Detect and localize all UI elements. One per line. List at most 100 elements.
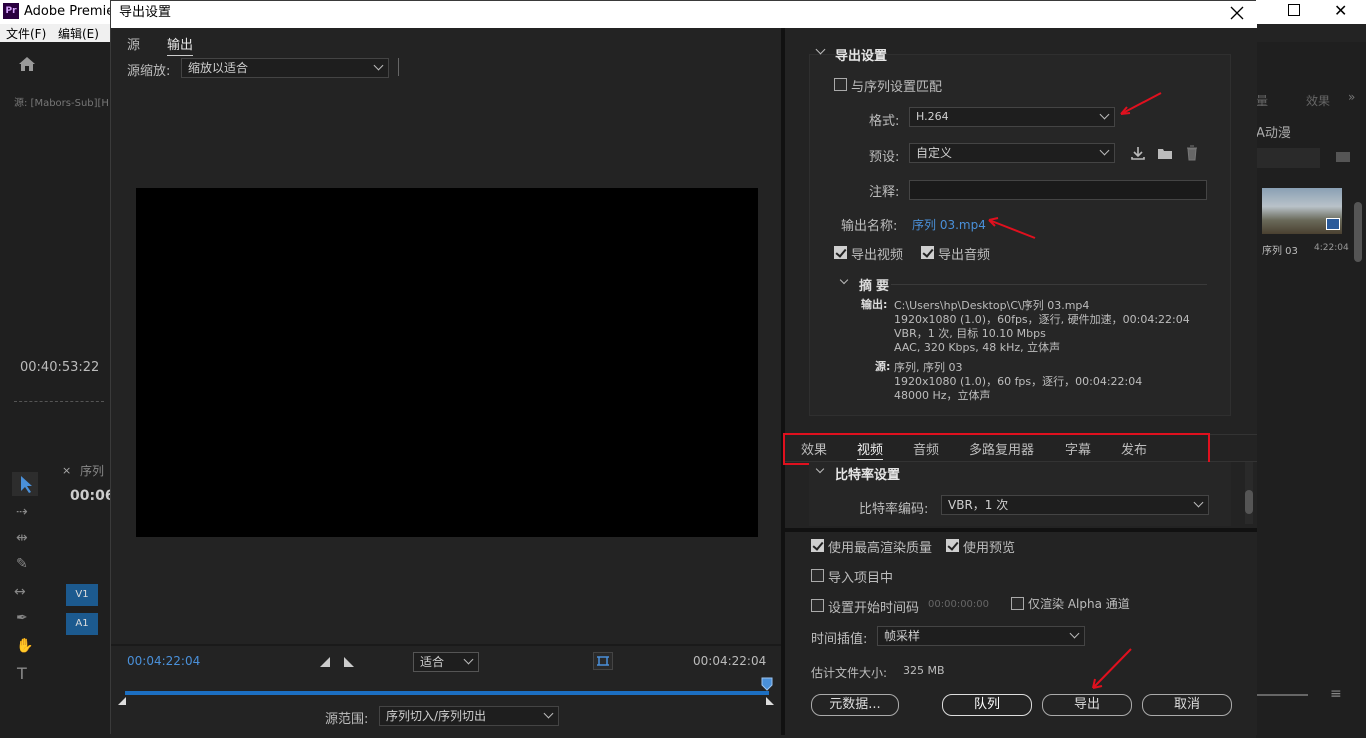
- tab-output[interactable]: 输出: [167, 34, 194, 56]
- playhead-icon[interactable]: [761, 677, 773, 693]
- source-range-select[interactable]: 序列切入/序列切出: [379, 706, 559, 726]
- summary-output-line-4: AAC, 320 Kbps, 48 kHz, 立体声: [894, 341, 1061, 354]
- save-preset-icon[interactable]: [1130, 146, 1146, 160]
- render-alpha-checkbox[interactable]: [1011, 597, 1024, 610]
- summary-output-label: 输出:: [861, 298, 888, 311]
- summary-source-label: 源:: [875, 360, 891, 373]
- list-view-icon[interactable]: ≡: [1330, 686, 1342, 702]
- dialog-title: 导出设置: [119, 5, 172, 20]
- project-item-label: A动漫: [1256, 126, 1291, 141]
- menu-edit[interactable]: 编辑(E): [58, 25, 99, 42]
- scroll-thumb[interactable]: [1245, 490, 1253, 514]
- bottom-separator: [785, 528, 1257, 532]
- panel-menu-icon[interactable]: »: [1348, 90, 1355, 104]
- cancel-button[interactable]: 取消: [1142, 694, 1232, 716]
- comment-label: 注释:: [869, 185, 900, 200]
- source-range-value: 序列切入/序列切出: [386, 709, 487, 723]
- preset-value: 自定义: [916, 146, 953, 160]
- zoom-slider[interactable]: [1256, 694, 1308, 696]
- delete-preset-icon[interactable]: [1185, 145, 1199, 161]
- type-tool-icon[interactable]: T: [17, 664, 27, 683]
- match-sequence-checkbox[interactable]: [834, 78, 847, 91]
- format-select[interactable]: H.264: [909, 107, 1115, 127]
- search-box[interactable]: [1256, 148, 1320, 168]
- menu-file[interactable]: 文件(F): [6, 25, 46, 42]
- timeline-close-icon[interactable]: ×: [62, 464, 71, 477]
- set-out-point-icon[interactable]: [343, 657, 355, 667]
- import-preset-icon[interactable]: [1157, 146, 1173, 160]
- ripple-edit-icon[interactable]: ⇹: [16, 530, 28, 546]
- time-interpolation-select[interactable]: 帧采样: [877, 626, 1085, 646]
- settings-scrollbar[interactable]: [1245, 462, 1253, 524]
- timecode-out[interactable]: 00:04:22:04: [693, 654, 766, 668]
- razor-icon[interactable]: ✎: [16, 556, 28, 572]
- max-render-quality-label: 使用最高渲染质量: [828, 541, 933, 556]
- queue-button[interactable]: 队列: [942, 694, 1032, 716]
- bitrate-encoding-select[interactable]: VBR，1 次: [941, 495, 1209, 515]
- match-sequence-label: 与序列设置匹配: [851, 80, 943, 95]
- timeline-time: 00:06: [70, 488, 115, 504]
- chevron-down-icon: [543, 708, 554, 719]
- annotation-arrow-format: [1115, 90, 1165, 120]
- source-panel-label: 源: [Mabors-Sub][H: [14, 98, 109, 109]
- set-start-timecode-label: 设置开始时间码: [828, 601, 920, 616]
- timeline-tab[interactable]: 序列: [80, 462, 104, 479]
- bitrate-header: 比特率设置: [835, 468, 901, 483]
- preset-select[interactable]: 自定义: [909, 143, 1115, 163]
- max-render-quality-checkbox[interactable]: [811, 539, 824, 552]
- range-start-handle-icon[interactable]: [117, 696, 127, 706]
- folder-icon[interactable]: [1336, 152, 1350, 162]
- render-alpha-label: 仅渲染 Alpha 通道: [1028, 597, 1130, 611]
- right-tab-1[interactable]: 量: [1256, 92, 1268, 109]
- set-in-point-icon[interactable]: [319, 657, 331, 667]
- format-value: H.264: [916, 110, 949, 123]
- export-settings-dialog: 导出设置 源 输出 源缩放: 缩放以适合 00:04:22:04 适合 00:0…: [110, 0, 1257, 735]
- home-icon[interactable]: [18, 56, 36, 72]
- chevron-down-icon: [1193, 497, 1204, 508]
- metadata-button[interactable]: 元数据...: [811, 694, 899, 716]
- output-name-label: 输出名称:: [841, 219, 898, 234]
- export-audio-label: 导出音频: [938, 248, 991, 263]
- comment-input[interactable]: [909, 180, 1207, 200]
- fit-select[interactable]: 适合: [413, 652, 479, 672]
- sequence-icon: [1326, 218, 1340, 230]
- timeline-bar[interactable]: [125, 691, 769, 695]
- collapse-chevron-icon[interactable]: [815, 44, 826, 55]
- summary-header: 摘要: [859, 279, 894, 294]
- export-button[interactable]: 导出: [1042, 694, 1132, 716]
- selection-tool-icon[interactable]: [12, 472, 38, 496]
- right-panels: 量 效果 » A动漫 序列 03 4:22:04 ≡: [1256, 42, 1366, 738]
- track-v1[interactable]: V1: [66, 584, 98, 606]
- app-title: Adobe Premier: [24, 4, 120, 19]
- hand-icon[interactable]: ✋: [16, 638, 33, 654]
- preset-label: 预设:: [869, 150, 900, 165]
- track-select-icon[interactable]: ⇢: [16, 504, 28, 520]
- import-into-project-checkbox[interactable]: [811, 569, 824, 582]
- chevron-down-icon: [1069, 628, 1080, 639]
- crop-icon[interactable]: [593, 652, 613, 670]
- source-scale-select[interactable]: 缩放以适合: [181, 58, 389, 78]
- right-scrollbar[interactable]: [1354, 202, 1362, 262]
- tab-source[interactable]: 源: [127, 34, 140, 53]
- thumb-duration: 4:22:04: [1314, 243, 1349, 253]
- slip-icon[interactable]: ↔: [14, 584, 26, 600]
- timecode-in[interactable]: 00:04:22:04: [127, 654, 200, 668]
- use-previews-checkbox[interactable]: [946, 539, 959, 552]
- dialog-titlebar: 导出设置: [111, 1, 1257, 28]
- start-timecode-value[interactable]: 00:00:00:00: [928, 599, 989, 610]
- set-start-timecode-checkbox[interactable]: [811, 599, 824, 612]
- annotation-arrow-export: [1085, 646, 1135, 694]
- chevron-down-icon: [1099, 109, 1110, 120]
- window-close-icon[interactable]: ✕: [1334, 1, 1347, 20]
- right-tab-effects[interactable]: 效果: [1306, 92, 1330, 109]
- export-video-checkbox[interactable]: [834, 246, 847, 259]
- maximize-icon[interactable]: [1288, 4, 1300, 16]
- source-range-label: 源范围:: [325, 712, 369, 727]
- output-name-link[interactable]: 序列 03.mp4: [912, 216, 986, 233]
- dialog-close-icon[interactable]: [1227, 3, 1247, 23]
- export-audio-checkbox[interactable]: [921, 246, 934, 259]
- summary-divider: [891, 284, 1207, 285]
- range-end-handle-icon[interactable]: [765, 696, 775, 706]
- track-a1[interactable]: A1: [66, 613, 98, 635]
- pen-icon[interactable]: ✒: [16, 610, 28, 626]
